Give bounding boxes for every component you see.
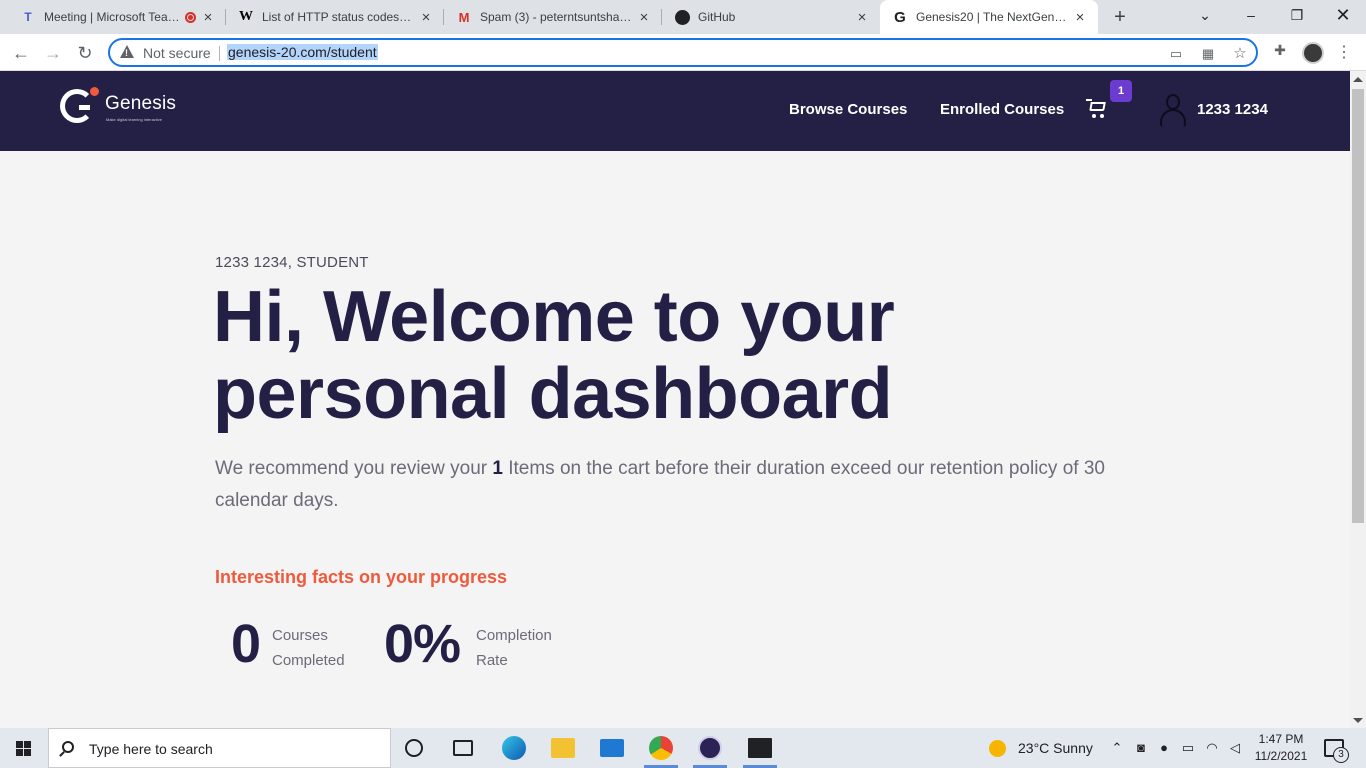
new-tab-button[interactable]: + — [1108, 5, 1132, 29]
tab-close-icon[interactable]: × — [854, 9, 870, 26]
tab-title: GitHub — [698, 10, 736, 24]
tab-title: Spam (3) - peterntsuntsha24 — [480, 10, 632, 24]
browser-tab-strip: T Meeting | Microsoft Teams × W List of … — [0, 0, 1366, 34]
recording-icon — [185, 11, 196, 23]
windows-start-icon[interactable] — [16, 741, 32, 756]
tray-chevron-icon[interactable]: ⌃ — [1108, 738, 1126, 758]
logo-tagline: Make digital learning interactive — [106, 117, 163, 122]
cast-icon[interactable]: ▭ — [1166, 44, 1186, 64]
cart-icon[interactable] — [1086, 99, 1110, 121]
profile-avatar[interactable] — [1302, 42, 1324, 64]
minimize-button[interactable]: – — [1228, 0, 1274, 34]
nav-enrolled-courses[interactable]: Enrolled Courses — [940, 101, 1064, 118]
wifi-icon[interactable]: ◠ — [1203, 738, 1221, 758]
warning-icon[interactable]: ! — [120, 45, 134, 58]
cart-item-count: 1 — [492, 458, 503, 479]
weather-sun-icon[interactable] — [989, 740, 1006, 757]
extensions-puzzle-icon[interactable]: ✚ — [1270, 42, 1290, 62]
user-icon[interactable] — [1160, 94, 1186, 128]
microphone-icon[interactable]: ● — [1155, 738, 1173, 758]
battery-icon[interactable]: ▭ — [1179, 738, 1197, 758]
tab-title: Meeting | Microsoft Teams — [44, 10, 181, 24]
tab-title: Genesis20 | The NextGen interactive — [916, 10, 1068, 24]
task-view-icon[interactable] — [453, 740, 473, 756]
volume-icon[interactable]: ◁ — [1226, 738, 1244, 758]
tab-title: List of HTTP status codes - Wikipedia — [262, 10, 414, 24]
progress-facts-title: Interesting facts on your progress — [215, 567, 508, 587]
tab-close-icon[interactable]: × — [1072, 9, 1088, 26]
scroll-down-icon[interactable] — [1353, 718, 1363, 723]
welcome-headline: Hi, Welcome to your personal dashboard — [213, 277, 895, 434]
chrome-icon[interactable] — [649, 736, 673, 760]
page-scrollbar[interactable] — [1350, 71, 1366, 728]
forward-icon[interactable]: → — [40, 40, 66, 66]
taskbar-clock[interactable]: 1:47 PM 11/2/2021 — [1253, 731, 1309, 765]
weather-text[interactable]: 23°C Sunny — [1018, 728, 1093, 768]
tab-search-icon[interactable]: ⌄ — [1182, 0, 1228, 34]
address-bar[interactable]: ! Not secure genesis-20.com/student ▭ ▦ … — [108, 38, 1258, 67]
wikipedia-icon: W — [239, 9, 253, 24]
tab-close-icon[interactable]: × — [418, 9, 434, 26]
courses-completed-label: Courses Completed — [272, 627, 345, 669]
security-label[interactable]: Not secure — [143, 45, 211, 61]
logo-g-mark — [60, 89, 94, 123]
browser-tab-wikipedia[interactable]: W List of HTTP status codes - Wikipedia … — [226, 0, 444, 34]
cart-count-badge[interactable]: 1 — [1110, 80, 1132, 102]
tab-close-icon[interactable]: × — [200, 9, 216, 26]
teams-icon: T — [24, 10, 32, 24]
meet-now-icon[interactable]: ◙ — [1132, 738, 1150, 758]
tab-close-icon[interactable]: × — [636, 9, 652, 26]
browser-toolbar: ← → ↻ ! Not secure genesis-20.com/studen… — [0, 34, 1366, 71]
menu-kebab-icon[interactable]: ⋮ — [1336, 42, 1352, 62]
clock-date: 11/2/2021 — [1254, 749, 1308, 763]
browser-tab-teams[interactable]: T Meeting | Microsoft Teams × — [8, 0, 226, 34]
scrollbar-thumb[interactable] — [1352, 89, 1364, 523]
search-icon — [62, 741, 74, 753]
dashboard-main: 1233 1234, STUDENT Hi, Welcome to your p… — [0, 151, 1350, 728]
back-icon[interactable]: ← — [8, 40, 34, 66]
nav-browse-courses[interactable]: Browse Courses — [789, 101, 907, 118]
url-text[interactable]: genesis-20.com/student — [227, 44, 378, 60]
scroll-up-icon[interactable] — [1353, 77, 1363, 82]
gmail-icon: M — [458, 9, 470, 25]
cortana-icon[interactable] — [405, 739, 423, 757]
bookmark-star-icon[interactable]: ☆ — [1230, 44, 1250, 64]
clock-time: 1:47 PM — [1258, 732, 1304, 746]
taskbar-search-placeholder: Type here to search — [89, 741, 213, 757]
courses-completed-value: 0 — [231, 614, 261, 674]
browser-tab-genesis[interactable]: G Genesis20 | The NextGen interactive × — [880, 0, 1098, 34]
edge-icon[interactable] — [502, 736, 526, 760]
browser-tab-gmail[interactable]: M Spam (3) - peterntsuntsha24 × — [444, 0, 662, 34]
notification-count-badge: 3 — [1333, 747, 1349, 763]
github-icon — [674, 9, 690, 25]
taskbar-search-box[interactable]: Type here to search — [48, 728, 391, 768]
close-window-button[interactable]: ✕ — [1320, 0, 1366, 34]
browser-tab-github[interactable]: GitHub × — [662, 0, 880, 34]
cart-recommendation: We recommend you review your 1 Items on … — [215, 458, 1105, 511]
photos-icon[interactable] — [748, 738, 772, 758]
restore-button[interactable]: ❐ — [1274, 0, 1320, 34]
windows-taskbar: Type here to search 23°C Sunny ⌃ ◙ ● ▭ ◠… — [0, 728, 1366, 768]
google-g-icon: G — [894, 8, 906, 26]
completion-rate-value: 0% — [384, 614, 461, 674]
user-name[interactable]: 1233 1234 — [1197, 101, 1268, 118]
reload-icon[interactable]: ↻ — [72, 40, 98, 66]
eclipse-icon[interactable] — [698, 736, 722, 760]
logo-text: Genesis — [105, 93, 177, 114]
completion-rate-label: Completion Rate — [476, 627, 552, 669]
user-role-eyebrow: 1233 1234, STUDENT — [215, 254, 369, 271]
file-explorer-icon[interactable] — [551, 738, 575, 758]
qr-code-icon[interactable]: ▦ — [1198, 44, 1218, 64]
site-header: Genesis Make digital learning interactiv… — [0, 71, 1350, 151]
mail-icon[interactable] — [600, 739, 624, 757]
